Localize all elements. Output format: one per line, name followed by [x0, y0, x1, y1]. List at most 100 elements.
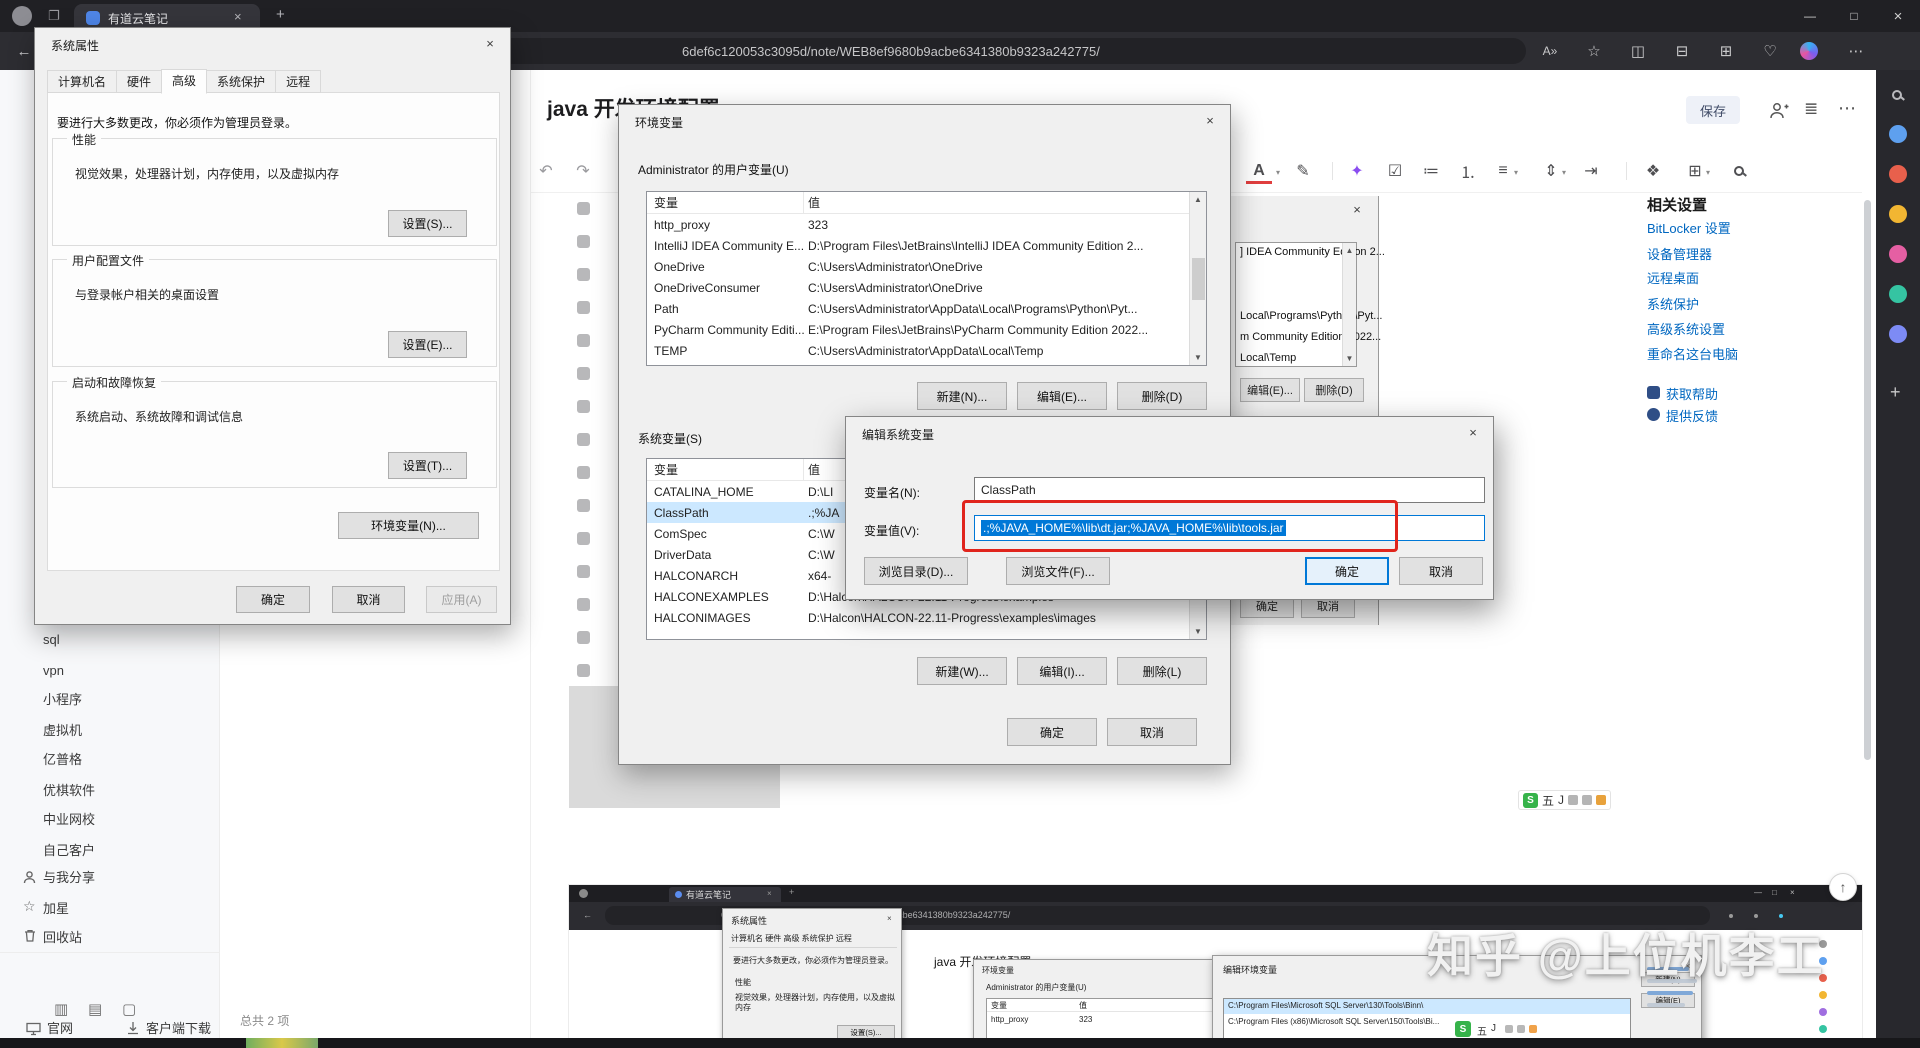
layout-rows-icon[interactable]: ▤ [88, 1000, 102, 1018]
sogou-keyboard-icon[interactable] [1568, 795, 1579, 805]
line-spacing-icon[interactable]: ⇕ [1538, 156, 1564, 186]
window-close-button[interactable]: × [1876, 0, 1920, 32]
tab-computer-name[interactable]: 计算机名 [47, 70, 118, 93]
sogou-emoji-icon[interactable] [1582, 795, 1593, 805]
table-row[interactable]: OneDrive C:\Users\Administrator\OneDrive [647, 256, 1206, 277]
cancel-button[interactable]: 取消 [1107, 718, 1197, 746]
ok-button[interactable]: 确定 [236, 586, 310, 613]
format-painter-icon[interactable]: ❖ [1640, 156, 1666, 186]
ok-button[interactable]: 确定 [1305, 557, 1389, 585]
indent-icon[interactable]: ⇥ [1578, 156, 1604, 186]
cancel-button[interactable]: 取消 [1399, 557, 1483, 585]
sys-new-button[interactable]: 新建(W)... [917, 657, 1007, 685]
sidebar-item[interactable]: 自己客户 [43, 842, 95, 860]
highlight-icon[interactable]: ✎ [1290, 156, 1316, 186]
tab-actions-icon[interactable]: ❐ [48, 8, 60, 24]
table-row[interactable]: HALCONIMAGES D:\Halcon\HALCON-22.11-Progr… [647, 607, 1206, 628]
sidebar-item[interactable]: 虚拟机 [43, 722, 82, 740]
outline-icon[interactable]: ≣ [1804, 99, 1818, 119]
related-link[interactable]: 高级系统设置 [1647, 319, 1725, 338]
favorites-bar-icon[interactable]: ⊟ [1664, 32, 1700, 70]
table-caret-icon[interactable]: ▾ [1706, 168, 1710, 177]
font-color-caret-icon[interactable]: ▾ [1276, 168, 1280, 177]
page-scrollbar[interactable] [1864, 200, 1871, 760]
scroll-thumb[interactable] [1191, 257, 1205, 300]
sidebar-item[interactable]: vpn [43, 662, 64, 680]
layout-card-icon[interactable]: ▢ [122, 1000, 136, 1018]
sidebar-item[interactable]: sql [43, 631, 60, 649]
sidebar-item-shared[interactable]: 与我分享 [43, 869, 95, 887]
settings-more-icon[interactable]: ⋯ [1838, 32, 1874, 70]
sidebar-item[interactable]: 优棋软件 [43, 782, 95, 800]
insert-table-icon[interactable]: ⊞ [1682, 156, 1708, 186]
back-to-top-button[interactable]: ↑ [1829, 873, 1857, 901]
sidebar-item[interactable]: 中业网校 [43, 811, 95, 829]
split-screen-icon[interactable]: ◫ [1620, 32, 1656, 70]
tab-remote[interactable]: 远程 [275, 70, 322, 93]
tab-system-protection[interactable]: 系统保护 [206, 70, 277, 93]
user-vars-table[interactable]: 变量 值 http_proxy 323 IntelliJ IDEA Communi… [646, 191, 1207, 366]
sidebar-item[interactable]: 亿普格 [43, 751, 82, 769]
cancel-button[interactable]: 取消 [332, 586, 405, 613]
sogou-logo-icon[interactable]: S [1523, 792, 1538, 808]
window-minimize-button[interactable]: — [1788, 0, 1832, 32]
read-aloud-icon[interactable]: A» [1532, 32, 1568, 70]
scroll-down-icon[interactable]: ▼ [1194, 353, 1202, 362]
close-icon[interactable]: × [468, 28, 512, 58]
ordered-list-icon[interactable]: ⒈ [1455, 156, 1481, 186]
user-new-button[interactable]: 新建(N)... [917, 382, 1007, 410]
edge-tool-icon-4[interactable] [1889, 245, 1907, 263]
user-edit-button[interactable]: 编辑(E)... [1017, 382, 1107, 410]
sogou-mode-icon[interactable]: J [1558, 793, 1564, 807]
edge-tool-icon-1[interactable] [1889, 125, 1907, 143]
edge-tool-icon-2[interactable] [1889, 165, 1907, 183]
table-row[interactable]: PyCharm Community Editi... E:\Program Fil… [647, 319, 1206, 340]
editor-search-icon[interactable] [1726, 156, 1752, 186]
undo-icon[interactable]: ↶ [533, 156, 559, 186]
related-link[interactable]: 设备管理器 [1647, 244, 1712, 263]
line-spacing-caret-icon[interactable]: ▾ [1562, 168, 1566, 177]
user-profile-settings-button[interactable]: 设置(E)... [388, 331, 467, 358]
startup-settings-button[interactable]: 设置(T)... [388, 452, 467, 479]
sidebar-link-download[interactable]: 客户端下载 [146, 1020, 211, 1038]
copilot-icon[interactable] [1800, 42, 1818, 60]
scroll-up-icon[interactable]: ▲ [1194, 195, 1202, 204]
close-icon[interactable]: × [1451, 417, 1495, 447]
table-row[interactable]: TEMP C:\Users\Administrator\AppData\Local… [647, 340, 1206, 361]
new-tab-icon[interactable]: + [276, 6, 285, 23]
get-help-link[interactable]: 获取帮助 [1666, 384, 1718, 403]
edge-add-icon[interactable]: + [1890, 382, 1901, 403]
note-more-icon[interactable]: ⋯ [1838, 98, 1856, 119]
sogou-wubi-icon[interactable]: 五 [1542, 792, 1554, 809]
todo-list-icon[interactable]: ☑ [1382, 156, 1408, 186]
sys-delete-button[interactable]: 删除(L) [1117, 657, 1207, 685]
ok-button[interactable]: 确定 [1007, 718, 1097, 746]
save-button[interactable]: 保存 [1686, 96, 1740, 124]
edge-search-icon[interactable] [1892, 90, 1902, 100]
feedback-link[interactable]: 提供反馈 [1666, 406, 1718, 425]
ai-icon[interactable]: ✦ [1344, 156, 1370, 186]
favorite-star-icon[interactable]: ☆ [1576, 32, 1612, 70]
window-maximize-button[interactable]: □ [1832, 0, 1876, 32]
user-delete-button[interactable]: 删除(D) [1117, 382, 1207, 410]
table-row[interactable]: Path C:\Users\Administrator\AppData\Local… [647, 298, 1206, 319]
sogou-toolbox-icon[interactable] [1596, 795, 1607, 805]
scroll-down-icon[interactable]: ▼ [1194, 627, 1202, 636]
browse-directory-button[interactable]: 浏览目录(D)... [864, 557, 968, 585]
related-link[interactable]: 系统保护 [1647, 294, 1699, 313]
edge-tool-icon-6[interactable] [1889, 325, 1907, 343]
sidebar-item-starred[interactable]: 加星 [43, 900, 69, 918]
font-color-icon[interactable]: A [1246, 160, 1272, 184]
table-row[interactable]: http_proxy 323 [647, 214, 1206, 235]
performance-settings-button[interactable]: 设置(S)... [388, 210, 467, 237]
edge-tool-icon-5[interactable] [1889, 285, 1907, 303]
table-row[interactable]: IntelliJ IDEA Community E... D:\Program F… [647, 235, 1206, 256]
align-caret-icon[interactable]: ▾ [1514, 168, 1518, 177]
variable-value-input[interactable]: .;%JAVA_HOME%\lib\dt.jar;%JAVA_HOME%\lib… [974, 515, 1485, 541]
collections-icon[interactable]: ⊞ [1708, 32, 1744, 70]
table-scrollbar[interactable]: ▲ ▼ [1189, 192, 1206, 365]
align-icon[interactable]: ≡ [1490, 156, 1516, 186]
browser-essentials-icon[interactable]: ♡ [1752, 32, 1788, 70]
close-icon[interactable]: × [1188, 105, 1232, 135]
tab-advanced[interactable]: 高级 [161, 69, 208, 94]
